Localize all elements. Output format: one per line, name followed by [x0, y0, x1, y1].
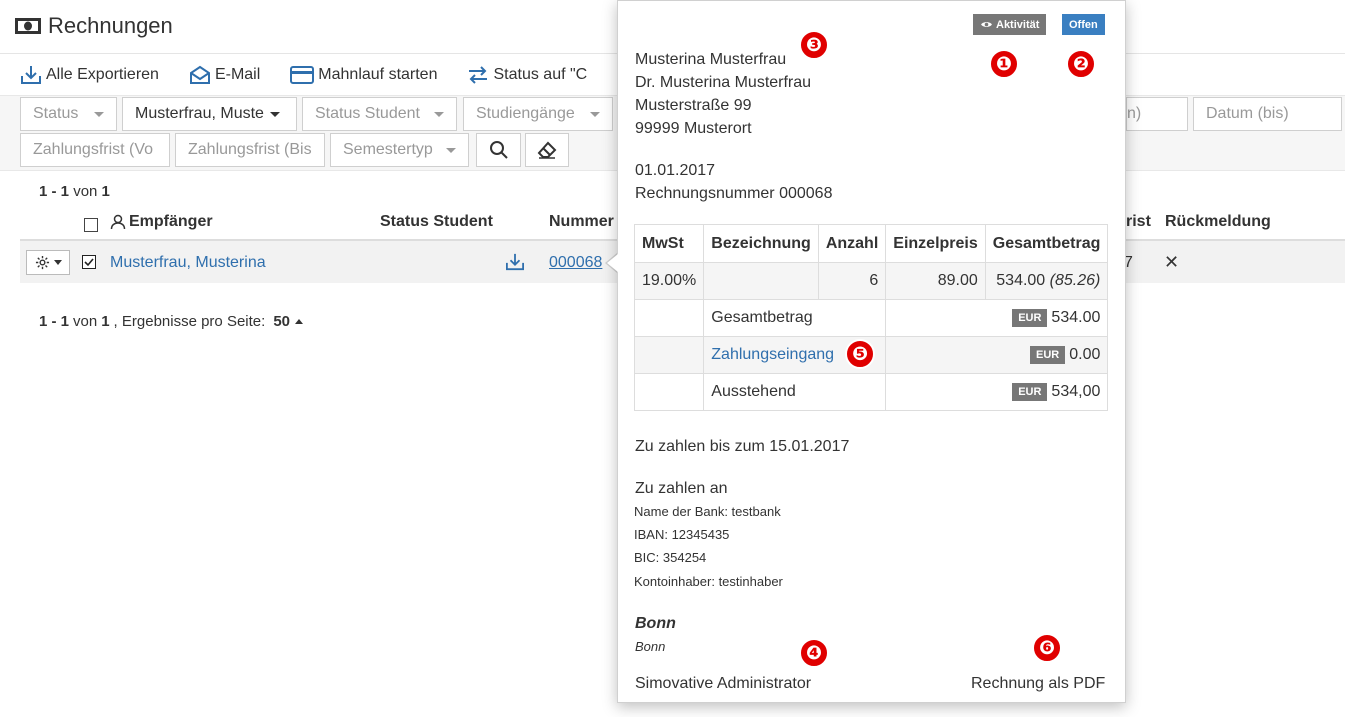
popover-arrow-fill: [607, 254, 618, 272]
header-status-student[interactable]: Status Student: [380, 213, 493, 231]
bank-name: Name der Bank: testbank: [634, 504, 781, 519]
checkmark-icon: [83, 256, 95, 268]
set-status-button[interactable]: Status auf "C: [467, 66, 587, 84]
marker-1: ❶: [989, 49, 1019, 79]
marker-4: ❹: [799, 638, 829, 668]
outstanding-row: Ausstehend EUR 534,00: [633, 373, 1109, 411]
date-to-input[interactable]: Datum (bis): [1193, 97, 1342, 131]
header-due-partial[interactable]: rist: [1126, 213, 1151, 231]
invoice-table: MwSt Bezeichnung Anzahl Einzelpreis Gesa…: [633, 224, 1109, 411]
address-name: Dr. Musterina Musterfrau: [635, 74, 812, 91]
location: Bonn: [635, 639, 666, 654]
marker-5: ❺: [845, 339, 875, 369]
download-tray-icon[interactable]: [505, 253, 525, 271]
status-filter[interactable]: Status: [20, 97, 117, 131]
caret-down-icon: [434, 111, 444, 117]
header-number[interactable]: Nummer: [549, 213, 614, 231]
close-icon[interactable]: ✕: [1164, 252, 1179, 273]
payment-due-to-input[interactable]: Zahlungsfrist (Bis: [175, 133, 325, 167]
invoice-table-header: MwSt Bezeichnung Anzahl Einzelpreis Gesa…: [633, 224, 1109, 263]
caret-down-icon: [53, 260, 62, 265]
header-recipient[interactable]: Empfänger: [110, 213, 213, 231]
location-bold: Bonn: [635, 615, 676, 632]
payment-due-from-input[interactable]: Zahlungsfrist (Vo: [20, 133, 170, 167]
table-row: 19.00% 6 89.00 534.00 (85.26): [633, 262, 1109, 300]
pager-top: 1 - 1 von 1: [39, 183, 110, 200]
payment-link[interactable]: Zahlungseingang: [711, 346, 834, 363]
search-icon: [489, 140, 509, 160]
summary-total-row: Gesamtbetrag EUR 534.00: [633, 299, 1109, 337]
export-all-button[interactable]: Alle Exportieren: [20, 65, 159, 85]
date-from-input[interactable]: n): [1126, 97, 1188, 131]
caret-down-icon: [94, 111, 104, 117]
status-badge: Offen: [1062, 14, 1105, 35]
bic: BIC: 354254: [634, 550, 707, 565]
address-street: Musterstraße 99: [635, 97, 752, 114]
search-button[interactable]: [476, 133, 521, 167]
marker-6: ❻: [1032, 633, 1062, 663]
envelope-open-icon: [189, 65, 211, 85]
credit-card-icon: [290, 66, 315, 84]
marker-2: ❷: [1066, 49, 1096, 79]
marker-3: ❸: [799, 30, 829, 60]
account-holder: Kontoinhaber: testinhaber: [634, 574, 783, 589]
page-title-text: Rechnungen: [48, 13, 173, 38]
user-icon: [110, 214, 126, 230]
eye-icon: [980, 20, 993, 29]
pay-to-heading: Zu zahlen an: [635, 480, 728, 497]
invoice-number-link[interactable]: 000068: [549, 254, 602, 272]
caret-down-icon: [590, 111, 600, 117]
activity-badge[interactable]: Aktivität: [973, 14, 1047, 35]
recipient-name-link[interactable]: Musterina Musterfrau: [635, 48, 786, 71]
status-student-filter[interactable]: Status Student: [302, 97, 457, 131]
address-city: 99999 Musterort: [635, 120, 752, 137]
invoice-number: Rechnungsnummer 000068: [635, 185, 833, 202]
pdf-link[interactable]: Rechnung als PDF: [971, 672, 1105, 695]
invoice-date: 01.01.2017: [635, 162, 716, 179]
row-checkbox[interactable]: [82, 255, 96, 269]
toolbar: Alle Exportieren E-Mail Mahnlauf starten…: [20, 55, 617, 95]
row-actions-button[interactable]: [26, 250, 70, 275]
due-date-text: Zu zahlen bis zum 15.01.2017: [635, 438, 850, 455]
iban: IBAN: 12345435: [634, 527, 730, 542]
select-all-checkbox[interactable]: [84, 218, 98, 232]
admin-link[interactable]: Simovative Administrator: [635, 672, 811, 695]
study-programs-filter[interactable]: Studiengänge: [463, 97, 613, 131]
caret-up-icon: [295, 319, 303, 324]
exchange-arrows-icon: [467, 66, 489, 84]
recipient-filter[interactable]: Musterfrau, Muste: [122, 97, 297, 131]
per-page-selector[interactable]: 50: [273, 313, 303, 330]
eraser-icon: [537, 141, 557, 159]
dunning-button[interactable]: Mahnlauf starten: [290, 66, 437, 84]
header-feedback[interactable]: Rückmeldung: [1165, 213, 1271, 231]
banknote-icon: [14, 17, 42, 35]
gear-icon: [35, 255, 50, 270]
caret-down-icon: [269, 111, 280, 117]
pager-bottom: 1 - 1 von 1 , Ergebnisse pro Seite: 50: [39, 313, 303, 330]
download-tray-icon: [20, 65, 42, 85]
semester-type-filter[interactable]: Semestertyp: [330, 133, 469, 167]
email-button[interactable]: E-Mail: [189, 65, 260, 85]
caret-down-icon: [446, 147, 456, 153]
page-title: Rechnungen: [14, 13, 173, 39]
recipient-link[interactable]: Musterfrau, Musterina: [110, 254, 266, 272]
clear-filters-button[interactable]: [525, 133, 569, 167]
